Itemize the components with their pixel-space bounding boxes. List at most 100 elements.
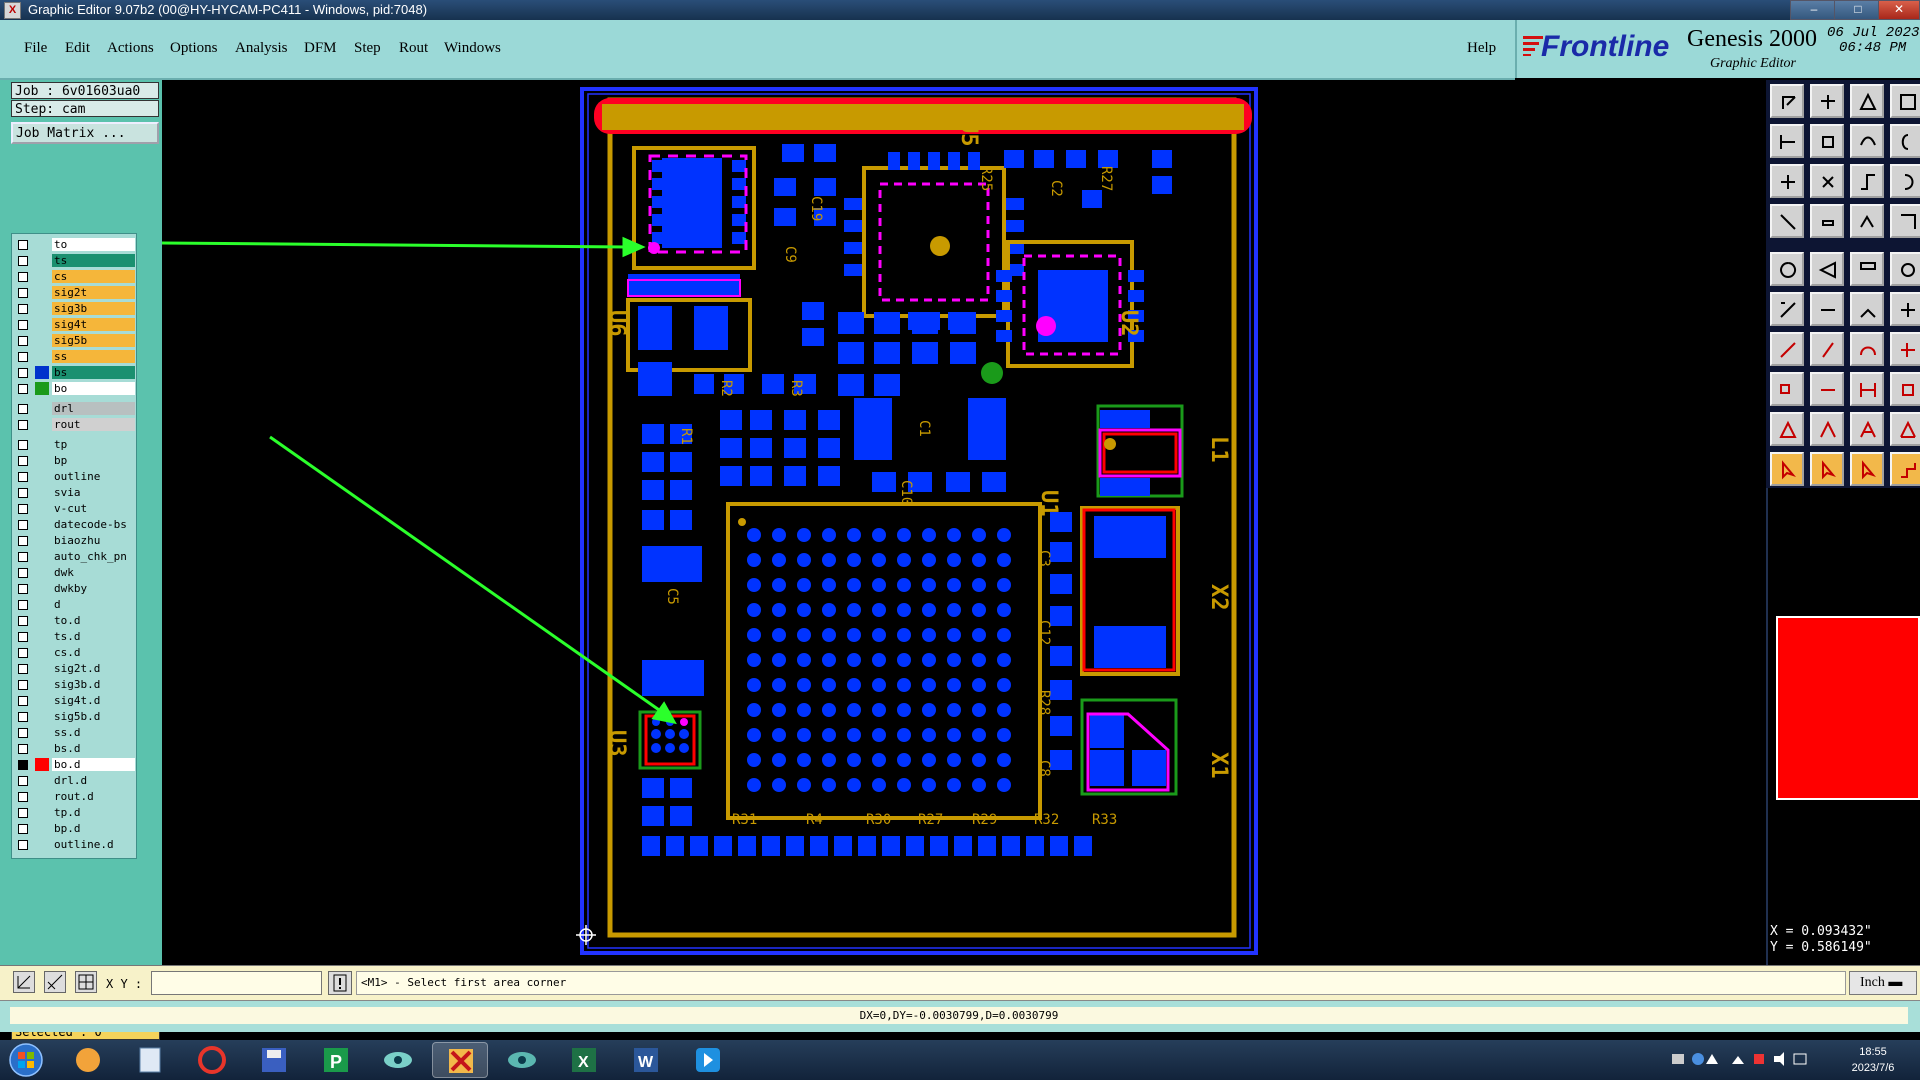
layer-name[interactable]: bp	[52, 454, 135, 467]
layer-row-bo.d[interactable]: bo.d	[15, 758, 135, 772]
layer-checkbox[interactable]	[18, 368, 28, 378]
route-tool-button[interactable]	[1770, 292, 1804, 326]
layer-name[interactable]: cs.d	[52, 646, 135, 659]
menu-rout[interactable]: Rout	[399, 40, 428, 57]
layer-name[interactable]: bs	[52, 366, 135, 379]
layer-color-swatch[interactable]	[35, 470, 49, 483]
layer-row-tp.d[interactable]: tp.d	[15, 806, 135, 820]
layer-checkbox[interactable]	[18, 240, 28, 250]
layer-checkbox[interactable]	[18, 776, 28, 786]
layer-color-swatch[interactable]	[35, 646, 49, 659]
layer-checkbox[interactable]	[18, 552, 28, 562]
menu-windows[interactable]: Windows	[444, 40, 501, 57]
layer-checkbox[interactable]	[18, 256, 28, 266]
layer-checkbox[interactable]	[18, 728, 28, 738]
filter-tool-button[interactable]	[1890, 204, 1920, 238]
layer-checkbox[interactable]	[18, 520, 28, 530]
menu-actions[interactable]: Actions	[107, 40, 154, 57]
taskbar-app-eye2[interactable]	[494, 1042, 550, 1078]
layer-row-sig3b.d[interactable]: sig3b.d	[15, 678, 135, 692]
layer-name[interactable]: dwkby	[52, 582, 135, 595]
close-button[interactable]: ✕	[1878, 0, 1920, 20]
layer-row-sig2t.d[interactable]: sig2t.d	[15, 662, 135, 676]
layer-color-swatch[interactable]	[35, 270, 49, 283]
layer-checkbox[interactable]	[18, 792, 28, 802]
layer-color-swatch[interactable]	[35, 758, 49, 771]
layer-row-auto_chk_pn[interactable]: auto_chk_pn	[15, 550, 135, 564]
layer-color-swatch[interactable]	[35, 598, 49, 611]
layer-color-swatch[interactable]	[35, 710, 49, 723]
select-tool-button[interactable]	[1810, 452, 1844, 486]
layer-checkbox[interactable]	[18, 336, 28, 346]
layer-name[interactable]: tp.d	[52, 806, 135, 819]
taskbar-app-arrow[interactable]	[680, 1042, 736, 1078]
layer-color-swatch[interactable]	[35, 302, 49, 315]
layer-name[interactable]: drl	[52, 402, 135, 415]
measure-mode-button[interactable]	[44, 971, 66, 993]
layer-name[interactable]: ts.d	[52, 630, 135, 643]
polygon-tool-button[interactable]	[1850, 412, 1884, 446]
help-tool-button[interactable]	[1890, 124, 1920, 158]
layer-row-cs.d[interactable]: cs.d	[15, 646, 135, 660]
layer-name[interactable]: cs	[52, 270, 135, 283]
angle-tool-button[interactable]	[1770, 332, 1804, 366]
zoom-area-tool-button[interactable]	[1850, 124, 1884, 158]
line-tool-button[interactable]	[1810, 332, 1844, 366]
pointer-tool-button[interactable]	[1770, 452, 1804, 486]
layer-row-biaozhu[interactable]: biaozhu	[15, 534, 135, 548]
layer-name[interactable]: tp	[52, 438, 135, 451]
layer-row-bs[interactable]: bs	[15, 366, 135, 380]
layer-name[interactable]: auto_chk_pn	[52, 550, 135, 563]
align-tool-button[interactable]	[1890, 292, 1920, 326]
layer-color-swatch[interactable]	[35, 806, 49, 819]
layer-color-swatch[interactable]	[35, 486, 49, 499]
layer-name[interactable]: bo.d	[52, 758, 135, 771]
layer-name[interactable]: bp.d	[52, 822, 135, 835]
layer-checkbox[interactable]	[18, 504, 28, 514]
layer-row-sig4t[interactable]: sig4t	[15, 318, 135, 332]
layer-checkbox[interactable]	[18, 568, 28, 578]
taskbar-app-notepad[interactable]	[122, 1042, 178, 1078]
layer-row-ss.d[interactable]: ss.d	[15, 726, 135, 740]
delete-tool-button[interactable]	[1810, 292, 1844, 326]
layer-row-svia[interactable]: svia	[15, 486, 135, 500]
layer-row-rout[interactable]: rout	[15, 418, 135, 432]
layer-name[interactable]: ss.d	[52, 726, 135, 739]
layer-row-bs.d[interactable]: bs.d	[15, 742, 135, 756]
paste-tool-button[interactable]	[1810, 84, 1844, 118]
layer-color-swatch[interactable]	[35, 402, 49, 415]
redo-step-tool-button[interactable]	[1810, 124, 1844, 158]
start-button[interactable]	[4, 1042, 50, 1078]
layer-color-swatch[interactable]	[35, 742, 49, 755]
layer-row-sig5b.d[interactable]: sig5b.d	[15, 710, 135, 724]
layer-checkbox[interactable]	[18, 440, 28, 450]
layer-color-swatch[interactable]	[35, 838, 49, 851]
measure-tool-button[interactable]	[1890, 452, 1920, 486]
layer-row-sig2t[interactable]: sig2t	[15, 286, 135, 300]
shape-tool-button[interactable]	[1810, 412, 1844, 446]
undo-step-tool-button[interactable]	[1770, 124, 1804, 158]
layer-color-swatch[interactable]	[35, 254, 49, 267]
net-tool-button[interactable]	[1850, 204, 1884, 238]
layer-name[interactable]: sig4t.d	[52, 694, 135, 707]
layer-color-swatch[interactable]	[35, 350, 49, 363]
layer-checkbox[interactable]	[18, 404, 28, 414]
layer-row-outline.d[interactable]: outline.d	[15, 838, 135, 852]
layer-color-swatch[interactable]	[35, 790, 49, 803]
layer-checkbox[interactable]	[18, 288, 28, 298]
snap-mode-button[interactable]	[13, 971, 35, 993]
layer-row-to.d[interactable]: to.d	[15, 614, 135, 628]
grid-mode-button[interactable]	[75, 971, 97, 993]
layer-name[interactable]: svia	[52, 486, 135, 499]
taskbar-clock[interactable]: 18:55 2023/7/6	[1828, 1044, 1918, 1076]
scale-1-2-tool-button[interactable]	[1850, 164, 1884, 198]
layer-color-swatch[interactable]	[35, 238, 49, 251]
menu-analysis[interactable]: Analysis	[235, 40, 288, 57]
layer-row-v-cut[interactable]: v-cut	[15, 502, 135, 516]
layer-checkbox[interactable]	[18, 760, 28, 770]
layer-name[interactable]: outline.d	[52, 838, 135, 851]
layer-row-drl[interactable]: drl	[15, 402, 135, 416]
layer-color-swatch[interactable]	[35, 662, 49, 675]
zoom-fit-tool-button[interactable]	[1810, 164, 1844, 198]
menu-help[interactable]: Help	[1467, 40, 1496, 57]
